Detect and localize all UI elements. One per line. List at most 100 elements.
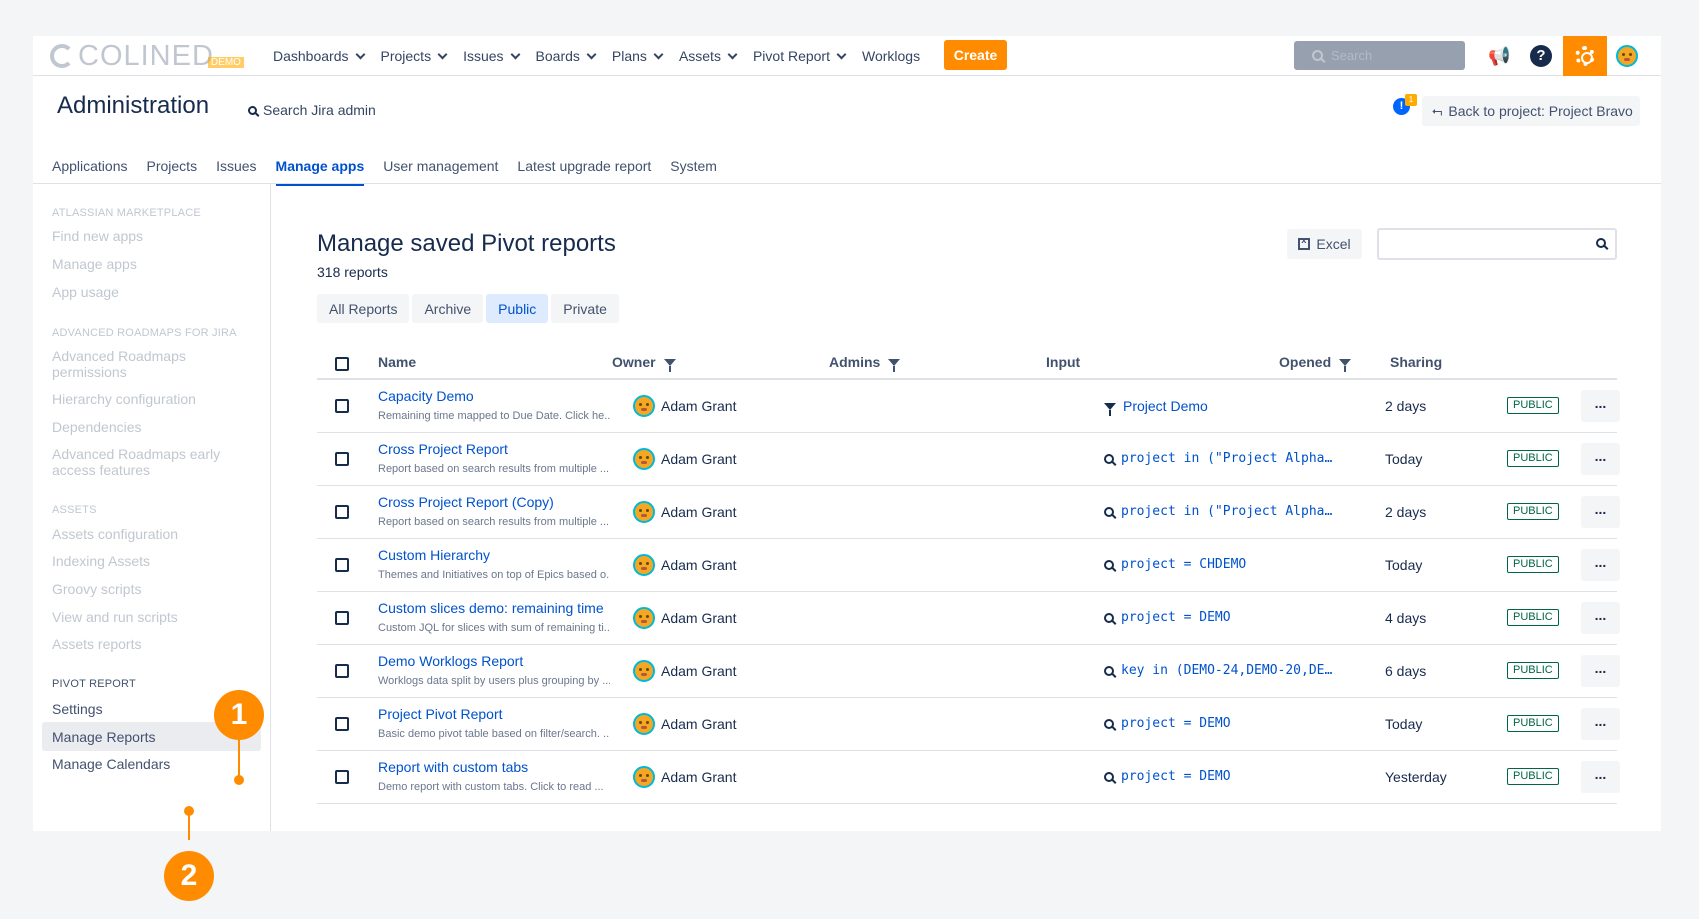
nav-item-dashboards[interactable]: Dashboards bbox=[273, 48, 365, 64]
tab-manage-apps[interactable]: Manage apps bbox=[275, 154, 364, 186]
report-input-link[interactable]: project = DEMO bbox=[1104, 716, 1231, 731]
sidebar-section-atlassian-marketplace: ATLASSIAN MARKETPLACE bbox=[52, 207, 201, 219]
report-input-link[interactable]: project in ("Project Alpha… bbox=[1104, 504, 1332, 519]
global-search-input[interactable]: Search bbox=[1294, 41, 1465, 70]
sidebar-item-advanced-roadmaps-early-access-features[interactable]: Advanced Roadmaps early access features bbox=[52, 446, 252, 478]
search-icon bbox=[1104, 506, 1114, 517]
tab-issues[interactable]: Issues bbox=[216, 154, 256, 184]
row-checkbox[interactable] bbox=[335, 452, 349, 466]
report-input-link[interactable]: key in (DEMO-24,DEMO-20,DE… bbox=[1104, 663, 1332, 678]
report-input-link[interactable]: project in ("Project Alpha… bbox=[1104, 451, 1332, 466]
report-name-link[interactable]: Cross Project Report (Copy) bbox=[378, 494, 554, 510]
nav-item-assets[interactable]: Assets bbox=[679, 48, 738, 64]
more-actions-button[interactable]: ... bbox=[1581, 708, 1620, 740]
report-input-link[interactable]: project = DEMO bbox=[1104, 769, 1231, 784]
table-row: Cross Project Report (Copy) Report based … bbox=[317, 486, 1620, 539]
help-icon[interactable]: ? bbox=[1530, 45, 1552, 67]
sidebar-item-indexing-assets[interactable]: Indexing Assets bbox=[52, 553, 252, 569]
input-jql: project = CHDEMO bbox=[1121, 557, 1247, 572]
column-sharing[interactable]: Sharing bbox=[1390, 354, 1442, 370]
report-name-link[interactable]: Project Pivot Report bbox=[378, 706, 503, 722]
report-name-link[interactable]: Demo Worklogs Report bbox=[378, 653, 523, 669]
column-owner-label: Owner bbox=[612, 354, 656, 370]
nav-item-pivot-report[interactable]: Pivot Report bbox=[753, 48, 847, 64]
user-avatar[interactable] bbox=[1616, 45, 1638, 67]
sidebar-item-assets-configuration[interactable]: Assets configuration bbox=[52, 526, 252, 542]
megaphone-icon[interactable]: 📢 bbox=[1488, 45, 1510, 67]
more-actions-button[interactable]: ... bbox=[1581, 655, 1620, 687]
row-checkbox[interactable] bbox=[335, 611, 349, 625]
column-opened[interactable]: Opened bbox=[1279, 354, 1352, 372]
chevron-down-icon bbox=[586, 49, 597, 59]
search-jira-admin-link[interactable]: Search Jira admin bbox=[248, 102, 376, 118]
sidebar-item-hierarchy-configuration[interactable]: Hierarchy configuration bbox=[52, 391, 252, 407]
reports-search-input[interactable] bbox=[1377, 228, 1617, 260]
column-admins[interactable]: Admins bbox=[829, 354, 901, 372]
table-row: Project Pivot Report Basic demo pivot tab… bbox=[317, 698, 1620, 751]
filter-icon[interactable] bbox=[1339, 358, 1352, 372]
row-checkbox[interactable] bbox=[335, 717, 349, 731]
more-actions-button[interactable]: ... bbox=[1581, 390, 1620, 422]
sidebar-item-manage-apps[interactable]: Manage apps bbox=[52, 256, 252, 272]
report-name-link[interactable]: Capacity Demo bbox=[378, 388, 474, 404]
filter-tab-private[interactable]: Private bbox=[551, 294, 619, 323]
search-jira-admin-label: Search Jira admin bbox=[263, 102, 376, 118]
column-input[interactable]: Input bbox=[1046, 354, 1080, 370]
sidebar-item-manage-calendars[interactable]: Manage Calendars bbox=[52, 756, 252, 772]
report-name-link[interactable]: Custom Hierarchy bbox=[378, 547, 490, 563]
sidebar-item-assets-reports[interactable]: Assets reports bbox=[52, 636, 252, 652]
nav-item-projects[interactable]: Projects bbox=[381, 48, 448, 64]
back-arrow-icon: ⮢ bbox=[1432, 103, 1443, 118]
tab-system[interactable]: System bbox=[670, 154, 717, 184]
row-checkbox[interactable] bbox=[335, 558, 349, 572]
create-button[interactable]: Create bbox=[944, 40, 1007, 70]
sidebar-item-view-and-run-scripts[interactable]: View and run scripts bbox=[52, 609, 252, 625]
nav-item-plans[interactable]: Plans bbox=[612, 48, 664, 64]
more-actions-button[interactable]: ... bbox=[1581, 761, 1620, 793]
column-owner[interactable]: Owner bbox=[612, 354, 676, 372]
filter-icon[interactable] bbox=[888, 358, 901, 372]
sidebar-item-app-usage[interactable]: App usage bbox=[52, 284, 252, 300]
report-name-link[interactable]: Custom slices demo: remaining time bbox=[378, 600, 604, 616]
filter-tab-archive[interactable]: Archive bbox=[412, 294, 484, 323]
back-to-project-button[interactable]: ⮢ Back to project: Project Bravo bbox=[1422, 96, 1640, 126]
nav-item-worklogs[interactable]: Worklogs bbox=[862, 48, 920, 64]
more-actions-button[interactable]: ... bbox=[1581, 443, 1620, 475]
more-actions-button[interactable]: ... bbox=[1581, 549, 1620, 581]
sidebar-item-dependencies[interactable]: Dependencies bbox=[52, 419, 252, 435]
report-input-link[interactable]: project = CHDEMO bbox=[1104, 557, 1246, 572]
report-name-link[interactable]: Cross Project Report bbox=[378, 441, 508, 457]
search-icon bbox=[248, 105, 257, 115]
tab-applications[interactable]: Applications bbox=[52, 154, 128, 184]
table-row: Custom slices demo: remaining time Custom… bbox=[317, 592, 1620, 645]
sidebar-item-find-new-apps[interactable]: Find new apps bbox=[52, 228, 252, 244]
row-checkbox[interactable] bbox=[335, 664, 349, 678]
tab-projects[interactable]: Projects bbox=[147, 154, 198, 184]
select-all-checkbox[interactable] bbox=[335, 357, 349, 371]
sharing-badge: PUBLIC bbox=[1507, 397, 1559, 414]
report-name-link[interactable]: Report with custom tabs bbox=[378, 759, 528, 775]
reports-table: Name Owner Admins Input Opened Sharing C… bbox=[317, 346, 1620, 804]
row-checkbox[interactable] bbox=[335, 399, 349, 413]
more-actions-button[interactable]: ... bbox=[1581, 496, 1620, 528]
report-input-link[interactable]: project = DEMO bbox=[1104, 610, 1231, 625]
row-checkbox[interactable] bbox=[335, 505, 349, 519]
report-input-link[interactable]: Project Demo bbox=[1104, 398, 1208, 416]
settings-button[interactable] bbox=[1563, 36, 1607, 76]
sidebar-item-advanced-roadmaps-permissions[interactable]: Advanced Roadmaps permissions bbox=[52, 348, 252, 380]
more-actions-button[interactable]: ... bbox=[1581, 602, 1620, 634]
callout-1-line bbox=[238, 740, 240, 778]
nav-item-issues[interactable]: Issues bbox=[463, 48, 520, 64]
sidebar-item-groovy-scripts[interactable]: Groovy scripts bbox=[52, 581, 252, 597]
excel-export-button[interactable]: Excel bbox=[1287, 229, 1362, 259]
tab-user-management[interactable]: User management bbox=[383, 154, 498, 184]
tab-latest-upgrade-report[interactable]: Latest upgrade report bbox=[517, 154, 651, 184]
row-checkbox[interactable] bbox=[335, 770, 349, 784]
nav-item-boards[interactable]: Boards bbox=[536, 48, 597, 64]
filter-icon[interactable] bbox=[663, 358, 676, 372]
filter-tab-all-reports[interactable]: All Reports bbox=[317, 294, 410, 323]
logo[interactable]: COLINED DEMO bbox=[50, 40, 244, 72]
column-name[interactable]: Name bbox=[378, 354, 416, 370]
nav-item-label: Worklogs bbox=[862, 48, 921, 64]
filter-tab-public[interactable]: Public bbox=[486, 294, 549, 323]
